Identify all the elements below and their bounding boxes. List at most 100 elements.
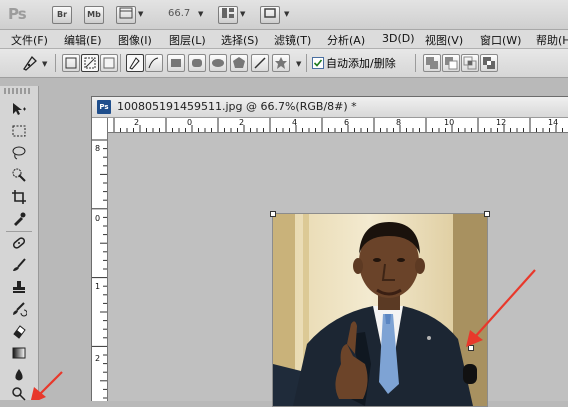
clone-stamp-tool[interactable] xyxy=(9,278,29,296)
horizontal-ruler[interactable]: 2 0 2 4 6 8 10 12 14 xyxy=(108,118,568,133)
menu-filter[interactable]: 滤镜(T) xyxy=(274,32,311,48)
chevron-down-icon[interactable]: ▼ xyxy=(240,10,245,18)
ruler-label: 4 xyxy=(292,118,298,127)
ruler-label: 2 xyxy=(239,118,245,127)
eyedropper-tool[interactable] xyxy=(9,210,29,228)
pen-icon xyxy=(23,55,37,71)
tool-preset-picker[interactable] xyxy=(20,53,42,73)
menu-3d[interactable]: 3D(D) xyxy=(382,32,415,45)
history-brush-icon xyxy=(13,302,27,317)
ruler-label: 8 xyxy=(396,118,402,127)
blur-tool[interactable] xyxy=(9,366,29,384)
menu-edit[interactable]: 编辑(E) xyxy=(64,32,102,48)
chevron-down-icon[interactable]: ▼ xyxy=(138,10,143,18)
ruler-label: 0 xyxy=(95,214,101,223)
vertical-ruler[interactable]: 8 0 1 2 xyxy=(92,132,108,401)
marquee-icon xyxy=(12,125,26,137)
lasso-tool[interactable] xyxy=(9,144,29,162)
auto-add-delete-label[interactable]: 自动添加/删除 xyxy=(326,55,396,71)
crop-tool[interactable] xyxy=(9,188,29,206)
intersect-path-icon xyxy=(463,56,477,70)
menu-window[interactable]: 窗口(W) xyxy=(480,32,521,48)
history-brush-tool[interactable] xyxy=(9,300,29,318)
ellipse-icon xyxy=(212,59,224,67)
quick-selection-tool[interactable] xyxy=(9,166,29,184)
exclude-path-icon xyxy=(483,57,495,69)
rounded-rectangle-button[interactable] xyxy=(188,54,206,72)
arrange-documents-button[interactable] xyxy=(218,6,238,24)
add-path-icon xyxy=(426,57,438,69)
quick-selection-icon xyxy=(12,168,26,182)
menu-layer[interactable]: 图层(L) xyxy=(169,32,206,48)
intersect-path-button[interactable] xyxy=(461,54,479,72)
rounded-rectangle-icon xyxy=(192,59,202,67)
menu-file[interactable]: 文件(F) xyxy=(11,32,48,48)
mini-bridge-button[interactable]: Mb xyxy=(84,6,104,24)
line-tool-button[interactable] xyxy=(251,54,269,72)
path-anchor-point[interactable] xyxy=(468,345,474,351)
add-to-path-button[interactable] xyxy=(423,54,441,72)
canvas-area[interactable] xyxy=(108,133,568,407)
healing-brush-tool[interactable] xyxy=(9,234,29,252)
ellipse-tool-button[interactable] xyxy=(209,54,227,72)
path-anchor-point[interactable] xyxy=(270,211,276,217)
chevron-down-icon[interactable]: ▼ xyxy=(296,60,301,68)
bridge-button[interactable]: Br xyxy=(52,6,72,24)
paths-button[interactable] xyxy=(81,54,99,72)
ruler-label: 2 xyxy=(134,118,140,127)
pen-icon xyxy=(129,57,140,70)
exclude-path-button[interactable] xyxy=(480,54,498,72)
ruler-label: 1 xyxy=(95,282,101,291)
custom-shape-icon xyxy=(275,57,287,69)
chevron-down-icon[interactable]: ▼ xyxy=(198,10,203,18)
marquee-tool[interactable] xyxy=(9,122,29,140)
panel-grip[interactable] xyxy=(4,88,32,94)
auto-add-delete-checkbox[interactable] xyxy=(312,57,324,69)
chevron-down-icon[interactable]: ▼ xyxy=(42,60,47,68)
pen-tool-button[interactable] xyxy=(126,54,144,72)
polygon-icon xyxy=(233,57,245,68)
chevron-down-icon[interactable]: ▼ xyxy=(284,10,289,18)
subtract-path-icon xyxy=(445,57,458,70)
menu-analysis[interactable]: 分析(A) xyxy=(327,32,365,48)
freeform-pen-icon xyxy=(148,57,159,69)
ruler-label: 12 xyxy=(496,118,507,127)
shape-layers-button[interactable] xyxy=(62,54,80,72)
fill-pixels-button[interactable] xyxy=(100,54,118,72)
separator xyxy=(415,54,416,72)
fill-pixels-icon xyxy=(103,57,115,69)
photoshop-file-icon: Ps xyxy=(97,100,111,114)
view-extras-button[interactable] xyxy=(116,6,136,24)
dodge-tool[interactable] xyxy=(9,385,29,403)
photo-canvas[interactable] xyxy=(272,213,488,407)
polygon-tool-button[interactable] xyxy=(230,54,248,72)
zoom-level[interactable]: 66.7 xyxy=(168,8,190,19)
screen-mode-button[interactable] xyxy=(260,6,280,24)
rectangle-tool-button[interactable] xyxy=(167,54,185,72)
shape-layer-icon xyxy=(65,57,77,69)
ruler-origin[interactable] xyxy=(92,118,108,133)
brush-tool[interactable] xyxy=(9,256,29,274)
eraser-tool[interactable] xyxy=(9,322,29,340)
ruler-label: 0 xyxy=(187,118,193,127)
document-tab[interactable]: Ps 100805191459511.jpg @ 66.7%(RGB/8#) * xyxy=(92,97,568,118)
menu-bar: 文件(F) 编辑(E) 图像(I) 图层(L) 选择(S) 滤镜(T) 分析(A… xyxy=(0,30,568,49)
ruler-label: 10 xyxy=(444,118,455,127)
brush-icon xyxy=(13,258,26,271)
menu-select[interactable]: 选择(S) xyxy=(221,32,259,48)
menu-help[interactable]: 帮助(H) xyxy=(536,32,568,48)
menu-view[interactable]: 视图(V) xyxy=(425,32,463,48)
photoshop-logo: Ps xyxy=(8,5,27,23)
eyedropper-icon xyxy=(14,212,26,226)
application-bar: Ps Br Mb ▼ 66.7 ▼ ▼ ▼ xyxy=(0,0,568,30)
move-tool[interactable] xyxy=(9,100,29,118)
gradient-tool[interactable] xyxy=(9,344,29,362)
lasso-icon xyxy=(12,146,26,160)
separator xyxy=(55,54,56,72)
path-anchor-point[interactable] xyxy=(484,211,490,217)
freeform-pen-button[interactable] xyxy=(145,54,163,72)
menu-image[interactable]: 图像(I) xyxy=(118,32,152,48)
document-window: Ps 100805191459511.jpg @ 66.7%(RGB/8#) *… xyxy=(91,96,568,407)
subtract-path-button[interactable] xyxy=(442,54,460,72)
custom-shape-button[interactable] xyxy=(272,54,290,72)
